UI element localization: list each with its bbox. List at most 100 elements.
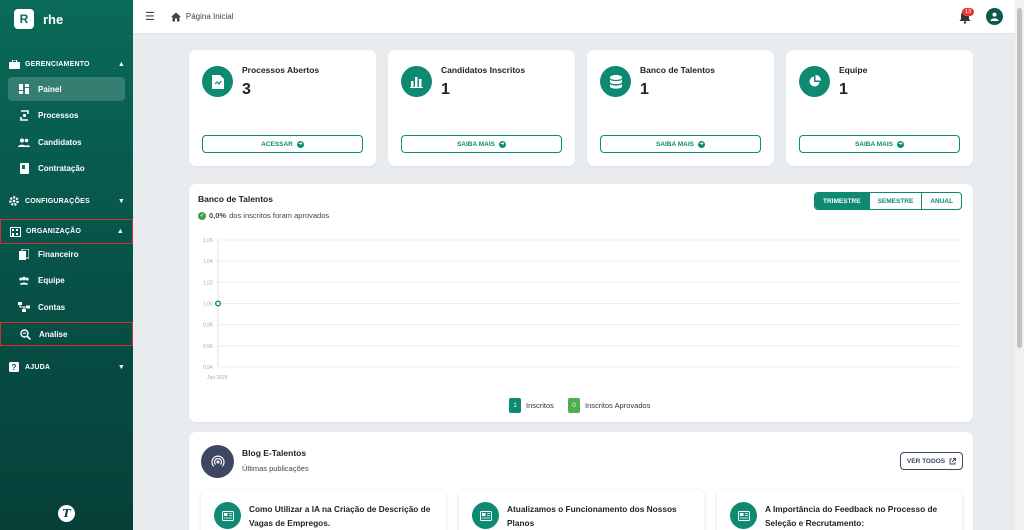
stat-label: Banco de Talentos: [640, 65, 715, 75]
legend-count: 0: [568, 398, 580, 413]
database-icon: [600, 66, 631, 97]
blog-post-card[interactable]: Como Utilizar a IA na Criação de Descriç…: [201, 490, 446, 530]
sidebar-section-configuracoes[interactable]: CONFIGURAÇÕES ▼: [0, 187, 133, 215]
arrow-right-icon: ➜: [499, 140, 507, 148]
blog-title: Blog E-Talentos: [242, 448, 307, 458]
dashboard-icon: [18, 84, 30, 95]
sidebar-section-organizacao[interactable]: ORGANIZAÇÃO ▲: [0, 219, 133, 244]
stat-value: 3: [242, 81, 251, 98]
sidebar-item-processos[interactable]: Processos: [8, 103, 125, 127]
arrow-right-icon: ➜: [296, 140, 304, 148]
brand-name: rhe: [43, 11, 64, 27]
legend-label: Inscritos Aprovados: [585, 401, 651, 410]
sidebar-section-gerenciamento[interactable]: GERENCIAMENTO ▲: [0, 50, 133, 78]
sidebar-item-analise[interactable]: Analise: [0, 322, 133, 346]
chevron-up-icon: ▲: [117, 60, 125, 68]
sidebar-item-equipe[interactable]: Equipe: [8, 268, 125, 292]
arrow-right-icon: ➜: [897, 140, 905, 148]
stat-card-banco-talentos: Banco de Talentos 1 SAIBA MAIS ➜: [587, 50, 774, 166]
stat-label: Equipe: [839, 65, 868, 75]
sidebar-item-contas[interactable]: Contas: [8, 295, 125, 319]
saiba-mais-button[interactable]: SAIBA MAIS ➜: [401, 135, 562, 153]
period-toggle: TRIMESTRE SEMESTRE ANUAL: [814, 192, 963, 210]
breadcrumb[interactable]: Página Inicial: [186, 12, 234, 21]
stat-label: Candidatos Inscritos: [441, 65, 526, 75]
blog-post-card[interactable]: A Importância do Feedback no Processo de…: [717, 490, 962, 530]
stat-label: Processos Abertos: [242, 65, 320, 75]
team-icon: [18, 275, 30, 286]
legend-count: 1: [509, 398, 521, 413]
sidebar-section-label: AJUDA: [25, 363, 51, 371]
stat-card-candidatos: Candidatos Inscritos 1 SAIBA MAIS ➜: [388, 50, 575, 166]
svg-text:?: ?: [11, 363, 16, 372]
blog-post-card[interactable]: Atualizamos o Funcionamento dos Nossos P…: [459, 490, 704, 530]
button-label: SAIBA MAIS: [456, 140, 496, 148]
stat-value: 1: [441, 81, 450, 98]
sidebar-section-label: CONFIGURAÇÕES: [25, 197, 90, 205]
y-tick-label: 0,98: [203, 323, 213, 329]
stat-value: 1: [839, 81, 848, 98]
saiba-mais-button[interactable]: SAIBA MAIS ➜: [799, 135, 960, 153]
sidebar-item-label: Equipe: [38, 275, 65, 285]
button-label: ACESSAR: [261, 140, 293, 148]
sidebar-item-candidatos[interactable]: Candidatos: [8, 130, 125, 154]
home-icon[interactable]: [170, 12, 181, 22]
notification-badge: 13: [962, 8, 975, 16]
y-tick-label: 0,94: [203, 365, 213, 371]
period-anual[interactable]: ANUAL: [921, 193, 961, 209]
finance-icon: [18, 248, 30, 260]
users-icon: [18, 137, 30, 148]
process-icon: [18, 109, 30, 121]
period-semestre[interactable]: SEMESTRE: [868, 193, 922, 209]
data-point[interactable]: [215, 300, 222, 307]
sidebar-section-ajuda[interactable]: ? AJUDA ▼: [0, 353, 133, 381]
arrow-right-icon: ➜: [698, 140, 706, 148]
analysis-icon: [19, 328, 31, 340]
stat-card-equipe: Equipe 1 SAIBA MAIS ➜: [786, 50, 973, 166]
sidebar-item-painel[interactable]: Painel: [8, 77, 125, 101]
sidebar-item-financeiro[interactable]: Financeiro: [8, 242, 125, 266]
acessar-button[interactable]: ACESSAR ➜: [202, 135, 363, 153]
pie-chart-icon: [799, 66, 830, 97]
sidebar-section-label: GERENCIAMENTO: [25, 60, 90, 68]
approval-rate: 0,0%: [209, 211, 227, 220]
y-tick-label: 1,06: [203, 238, 213, 244]
menu-toggle-icon[interactable]: ☰: [145, 10, 155, 23]
y-tick-label: 0,96: [203, 344, 213, 350]
newspaper-icon: [214, 502, 241, 529]
chart-title: Banco de Talentos: [198, 194, 273, 204]
talent-chart-card: Banco de Talentos ✓ 0,0% dos inscritos f…: [189, 184, 973, 422]
sidebar-section-label: ORGANIZAÇÃO: [26, 228, 82, 235]
x-tick-label: Jun 2025: [207, 375, 228, 381]
avatar[interactable]: [986, 8, 1003, 25]
sidebar-item-label: Analise: [39, 329, 68, 339]
legend-inscritos[interactable]: 1 Inscritos: [509, 398, 554, 413]
blog-card: Blog E-Talentos Últimas publicações VER …: [189, 432, 973, 530]
newspaper-icon: [472, 502, 499, 529]
blog-post-title: Como Utilizar a IA na Criação de Descriç…: [249, 504, 431, 528]
button-label: SAIBA MAIS: [655, 140, 695, 148]
scrollbar-thumb[interactable]: [1017, 8, 1022, 348]
blog-subtitle: Últimas publicações: [242, 464, 309, 473]
document-icon: [202, 66, 233, 97]
y-tick-label: 1,00: [203, 302, 213, 308]
chart-subtitle: ✓ 0,0% dos inscritos foram aprovados: [198, 211, 329, 220]
period-trimestre[interactable]: TRIMESTRE: [815, 193, 869, 209]
sidebar-item-label: Painel: [38, 84, 62, 94]
chevron-down-icon: ▼: [117, 197, 125, 205]
stat-card-processos: Processos Abertos 3 ACESSAR ➜: [189, 50, 376, 166]
brand[interactable]: R rhe: [0, 0, 133, 38]
ver-todos-button[interactable]: VER TODOS: [900, 452, 963, 470]
gear-icon: [8, 196, 20, 206]
footer-logo: T: [58, 505, 75, 522]
legend-aprovados[interactable]: 0 Inscritos Aprovados: [568, 398, 650, 413]
topbar: ☰ Página Inicial 13: [133, 0, 1015, 34]
newspaper-icon: [730, 502, 757, 529]
external-link-icon: [949, 457, 957, 464]
brand-logo: R: [14, 9, 34, 29]
saiba-mais-button[interactable]: SAIBA MAIS ➜: [600, 135, 761, 153]
check-circle-icon: ✓: [198, 211, 206, 220]
sidebar-item-contratacao[interactable]: Contratação: [8, 156, 125, 180]
y-tick-label: 1,04: [203, 259, 213, 265]
chevron-down-icon: ▼: [117, 363, 125, 371]
